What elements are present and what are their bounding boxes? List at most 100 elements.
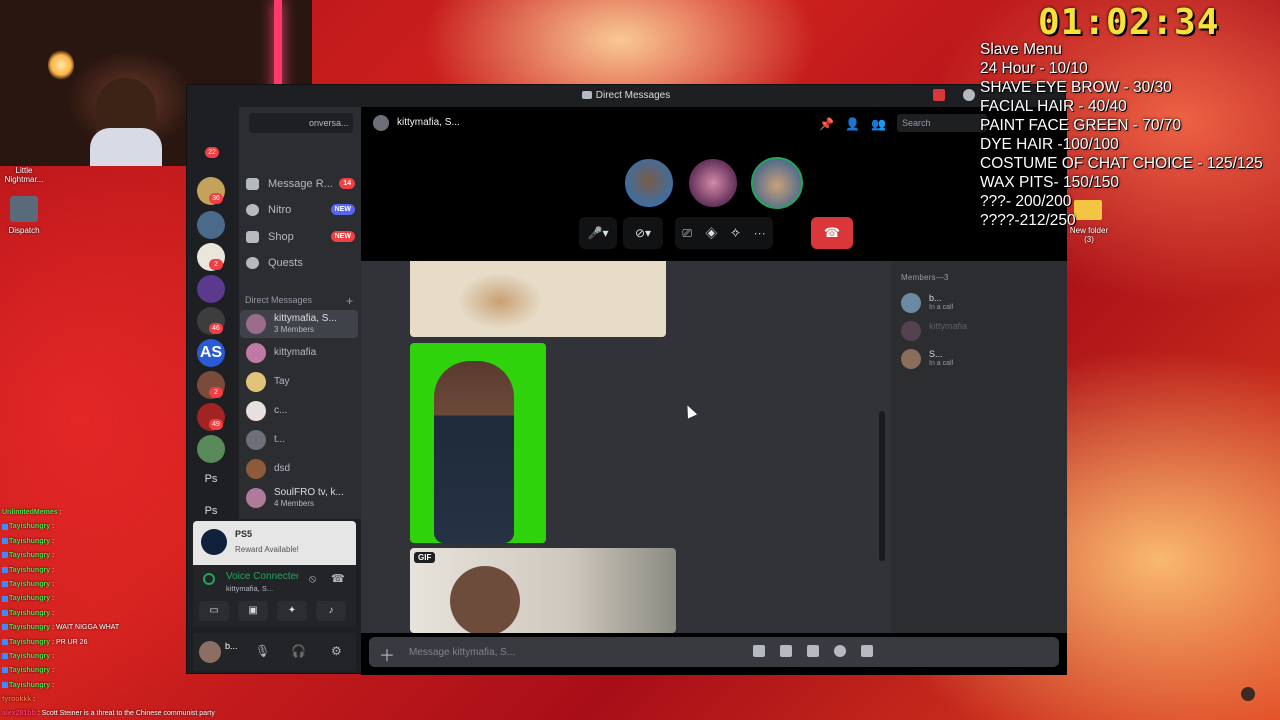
chat-line: Tayishungry : bbox=[2, 535, 282, 549]
dm-item-group[interactable]: kittymafia, S... 3 Members bbox=[240, 310, 358, 338]
inbox-icon[interactable] bbox=[933, 89, 945, 101]
call-participant-speaking[interactable] bbox=[751, 157, 803, 209]
call-actions-group: ⎚ ◈ ✧ ⋯ bbox=[675, 217, 773, 249]
leave-call-button[interactable]: ☎ bbox=[811, 217, 853, 249]
call-participant[interactable] bbox=[623, 157, 675, 209]
menu-item: ????-212/250 bbox=[980, 212, 1076, 229]
neon-light bbox=[274, 0, 282, 95]
member-list: Members—3 b... In a call kittymafia S...… bbox=[891, 261, 1067, 633]
image-attachment[interactable] bbox=[410, 343, 546, 543]
headphones-icon[interactable]: 🎧 bbox=[291, 644, 306, 658]
noise-suppression-icon[interactable]: ⦸ bbox=[309, 573, 316, 586]
nav-quests[interactable]: Quests bbox=[243, 252, 361, 274]
server-badge: 2 bbox=[209, 387, 223, 398]
nav-label: Shop bbox=[268, 231, 294, 243]
stream-chat: UnlimitedMemes : Tayishungry : Tayishung… bbox=[2, 506, 282, 720]
chat-area: kittymafia, S... 📌 👤 👥 Search 🎤▾ ⊘▾ ⎚ ◈ … bbox=[361, 107, 1067, 675]
badge-icon bbox=[2, 653, 8, 660]
image-attachment[interactable] bbox=[410, 261, 666, 337]
menu-item: SHAVE EYE BROW - 30/30 bbox=[980, 79, 1172, 96]
gift-icon[interactable] bbox=[753, 645, 765, 657]
gif-attachment[interactable]: GIF bbox=[410, 548, 676, 633]
chat-message: : bbox=[52, 681, 55, 689]
friends-badge: 22 bbox=[205, 147, 219, 158]
chat-line: Tayishungry : bbox=[2, 650, 282, 664]
menu-item: 24 Hour - 10/10 bbox=[980, 60, 1088, 77]
camera-button[interactable]: ⊘▾ bbox=[623, 217, 663, 249]
shop-icon bbox=[246, 231, 259, 243]
add-friend-icon[interactable]: 👤 bbox=[845, 117, 860, 131]
find-conversation-input[interactable]: onversa... bbox=[249, 113, 353, 133]
scrollbar[interactable] bbox=[879, 411, 885, 561]
member-name: S... bbox=[929, 349, 943, 359]
chat-message: : bbox=[33, 696, 36, 704]
nav-message-requests[interactable]: Message R... 14 bbox=[243, 173, 361, 195]
chat-message: : bbox=[59, 509, 62, 516]
avatar bbox=[901, 293, 921, 313]
call-area: kittymafia, S... 📌 👤 👥 Search 🎤▾ ⊘▾ ⎚ ◈ … bbox=[361, 107, 1067, 261]
server-icon[interactable] bbox=[197, 275, 225, 303]
member-item[interactable]: kittymafia bbox=[901, 321, 1061, 345]
avatar bbox=[901, 349, 921, 369]
badge-icon bbox=[2, 638, 8, 645]
gear-icon[interactable]: ⚙ bbox=[331, 644, 342, 658]
mute-mic-button[interactable]: 🎤▾ bbox=[579, 217, 617, 249]
server-list: 22 36 2 46 AS 2 49 Ps Ps bbox=[187, 107, 233, 519]
chat-message: : PR UR 26 bbox=[52, 638, 88, 646]
member-item[interactable]: b... In a call bbox=[901, 293, 1061, 317]
apps-icon[interactable] bbox=[861, 645, 873, 657]
screenshare-icon[interactable]: ⎚ bbox=[682, 226, 692, 240]
chat-line: UnlimitedMemes : bbox=[2, 506, 282, 520]
chat-user: Tayishungry bbox=[9, 552, 51, 560]
disconnect-icon[interactable]: ☎ bbox=[331, 572, 345, 585]
menu-item: FACIAL HAIR - 40/40 bbox=[980, 98, 1127, 115]
nav-label: Nitro bbox=[268, 204, 292, 216]
stream-timer: 01:02:34 bbox=[1038, 2, 1220, 43]
server-icon-as[interactable]: AS bbox=[197, 339, 225, 367]
window-title: Direct Messages bbox=[595, 90, 671, 101]
nav-nitro[interactable]: Nitro NEW bbox=[243, 199, 361, 221]
soundboard-button[interactable]: ♪ bbox=[316, 601, 346, 621]
server-icon-ps[interactable]: Ps bbox=[197, 465, 225, 493]
gif-icon[interactable] bbox=[780, 645, 792, 657]
dm-item[interactable]: kittymafia bbox=[240, 339, 358, 367]
dm-name: t... bbox=[274, 434, 286, 445]
dm-name: kittymafia, S... bbox=[274, 313, 337, 324]
search-input[interactable]: Search bbox=[897, 114, 987, 132]
quests-icon bbox=[246, 257, 259, 269]
dm-item[interactable]: t... bbox=[240, 426, 358, 454]
streamer-shirt bbox=[90, 128, 162, 166]
message-input[interactable] bbox=[409, 642, 729, 662]
chat-user: Tayishungry bbox=[9, 523, 51, 531]
dm-item[interactable]: Tay bbox=[240, 368, 358, 396]
nav-shop[interactable]: Shop NEW bbox=[243, 226, 361, 248]
sticker-icon[interactable] bbox=[807, 645, 819, 657]
emoji-icon[interactable] bbox=[834, 645, 846, 657]
group-dm-icon bbox=[373, 115, 389, 131]
chat-line: Tayishungry : bbox=[2, 592, 282, 606]
help-icon[interactable] bbox=[963, 89, 975, 101]
avatar bbox=[246, 343, 266, 363]
attach-plus-icon[interactable]: ＋ bbox=[379, 642, 395, 666]
activities-icon[interactable]: ◈ bbox=[705, 226, 717, 240]
dm-subtext: 3 Members bbox=[274, 325, 315, 334]
member-item[interactable]: S... In a call bbox=[901, 349, 1061, 373]
dm-item[interactable]: c... bbox=[240, 397, 358, 425]
dm-item[interactable]: dsd bbox=[240, 455, 358, 483]
server-badge: 46 bbox=[209, 323, 223, 334]
more-icon[interactable]: ⋯ bbox=[754, 226, 766, 240]
call-participant[interactable] bbox=[687, 157, 739, 209]
create-dm-button[interactable]: + bbox=[346, 294, 353, 308]
member-name: kittymafia bbox=[929, 321, 968, 331]
cursor-overlay-dot bbox=[1241, 687, 1255, 701]
chat-line: Tayishungry : bbox=[2, 578, 282, 592]
soundboard-icon[interactable]: ✧ bbox=[731, 226, 741, 240]
pin-icon[interactable]: 📌 bbox=[819, 117, 834, 131]
menu-item: DYE HAIR -100/100 bbox=[980, 136, 1119, 153]
dispatch-app-icon[interactable] bbox=[10, 196, 38, 222]
server-icon[interactable] bbox=[197, 211, 225, 239]
member-list-icon[interactable]: 👥 bbox=[871, 117, 886, 131]
badge-icon bbox=[2, 537, 8, 544]
message-composer: ＋ bbox=[369, 637, 1059, 667]
server-icon[interactable] bbox=[197, 435, 225, 463]
